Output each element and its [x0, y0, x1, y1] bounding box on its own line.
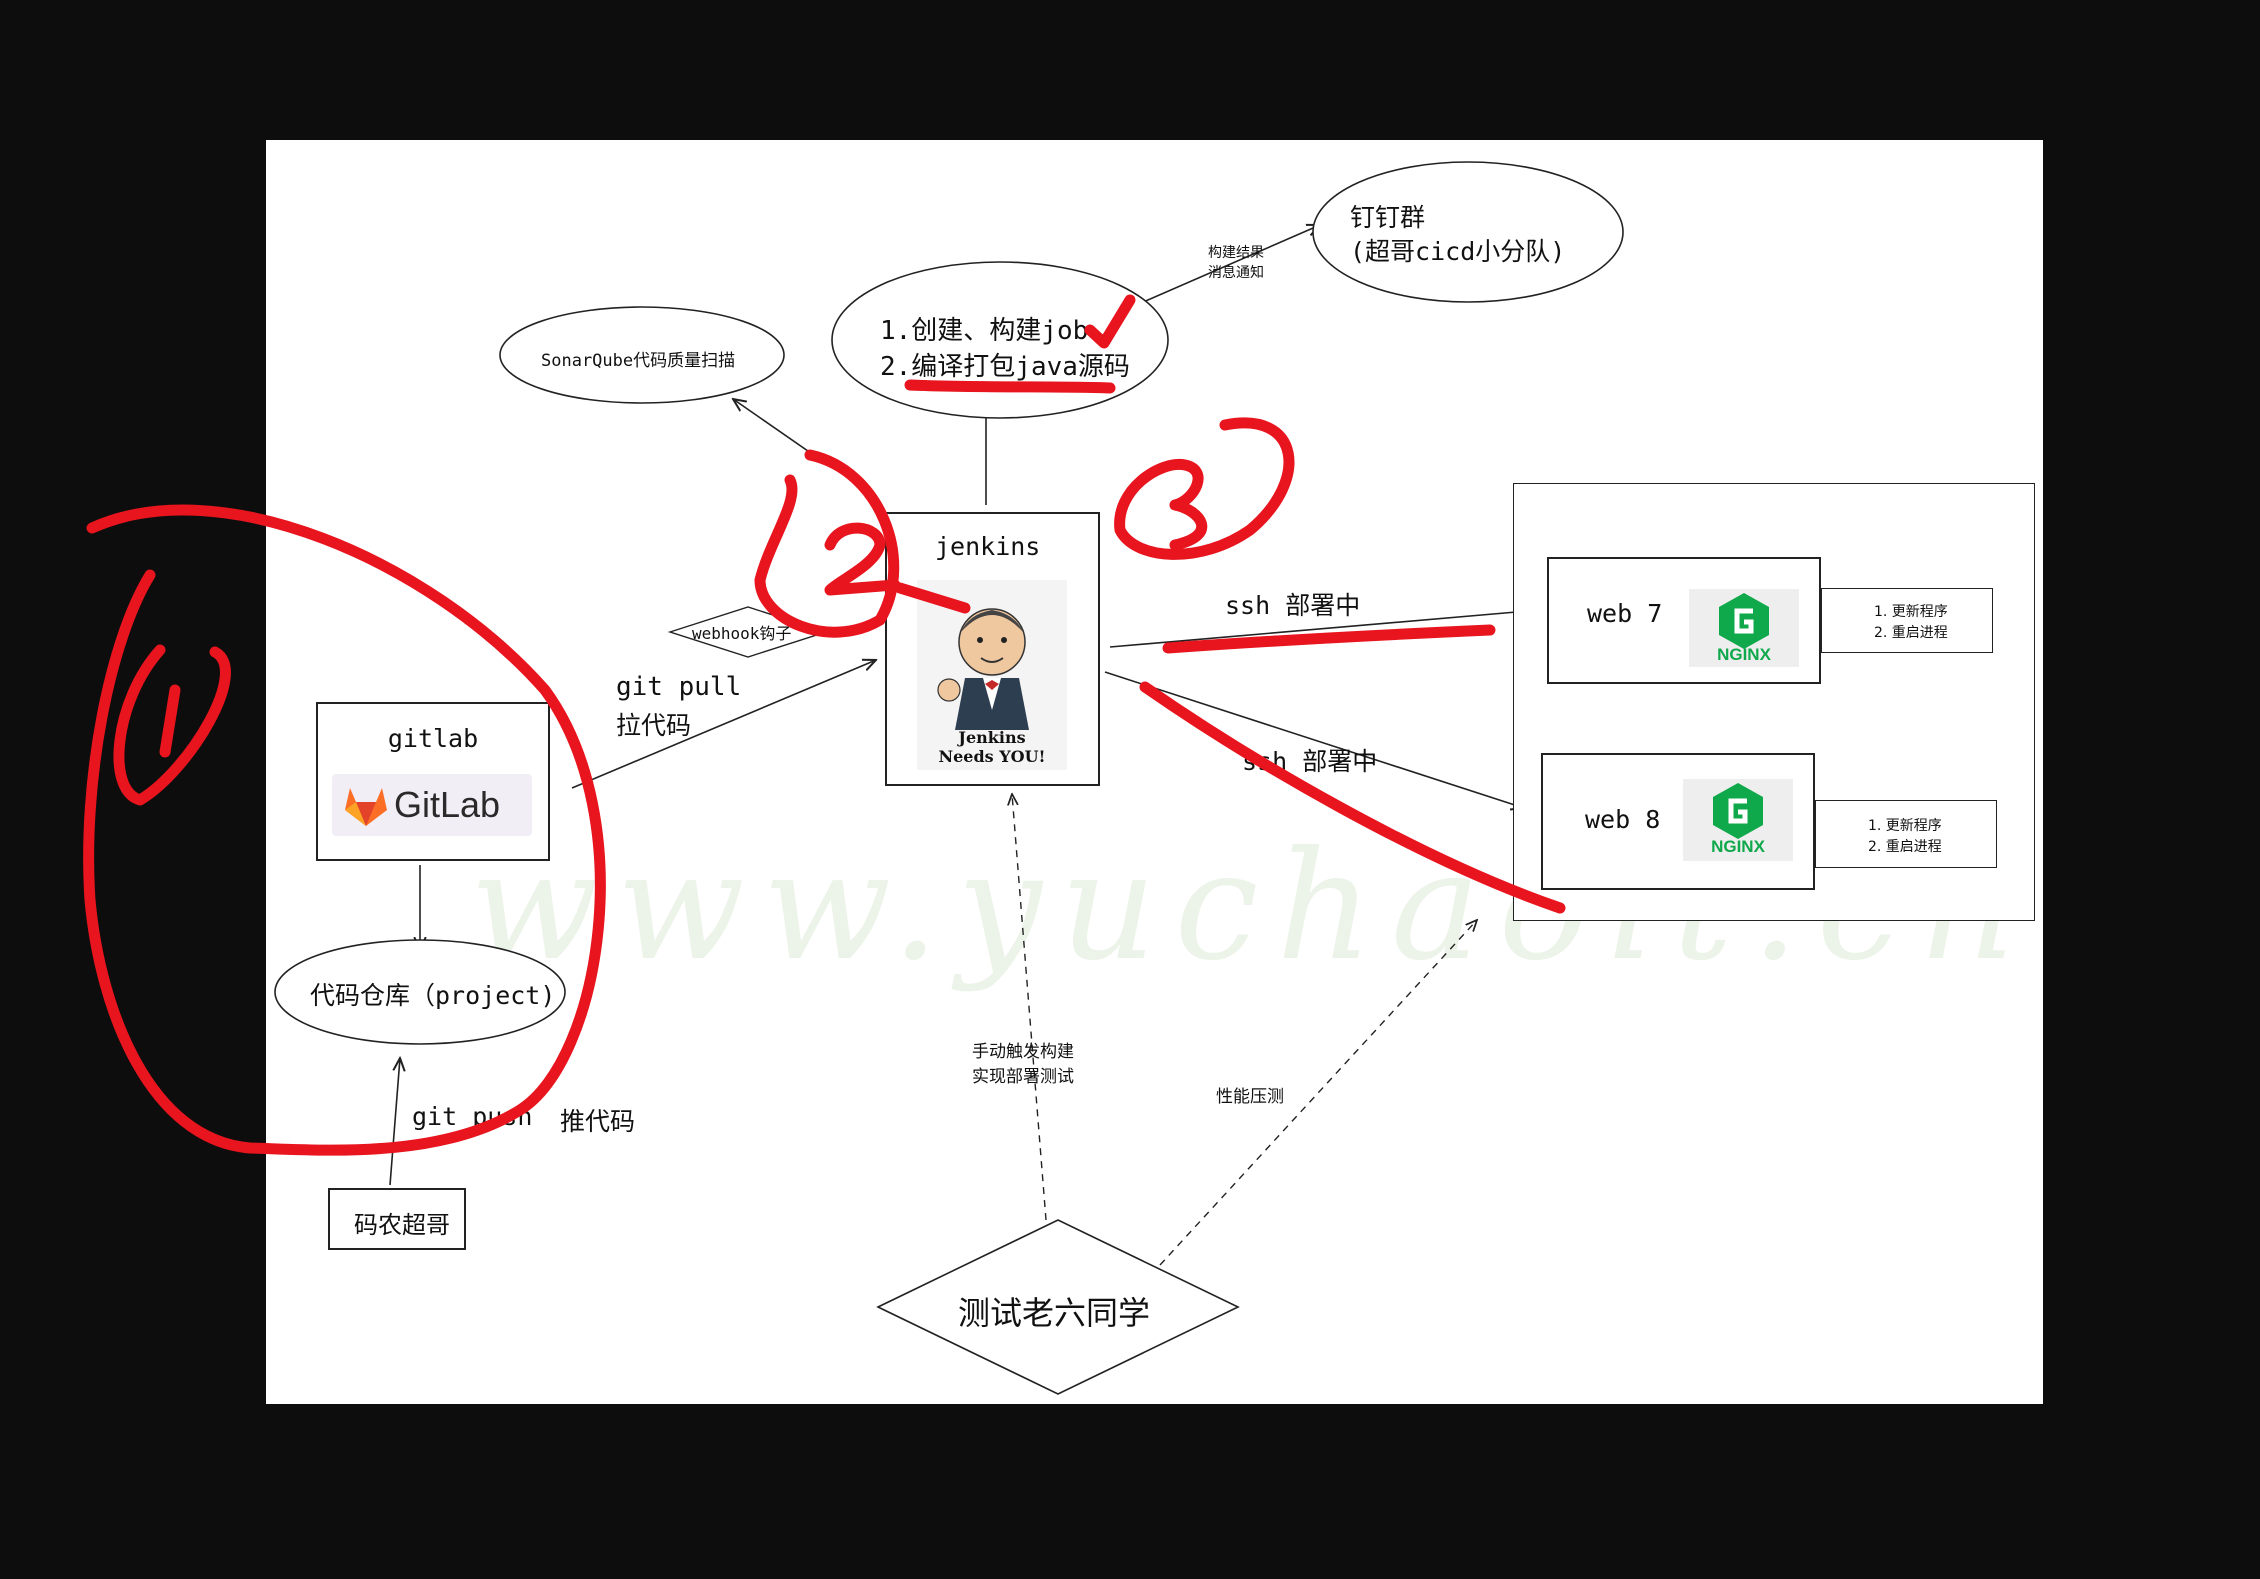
- git-push-cmd: git push: [412, 1102, 533, 1131]
- manual-trigger-label-2: 实现部署测试: [972, 1067, 1074, 1087]
- web7-node: web 7 NGINX: [1547, 557, 1821, 684]
- web8-tasks: 1. 更新程序 2. 重启进程: [1815, 800, 1997, 868]
- web8-node: web 8 NGINX: [1541, 753, 1815, 890]
- ssh-deploy-label-2: ssh 部署中: [1242, 747, 1378, 776]
- web7-task-1: 1. 更新程序: [1874, 604, 1948, 620]
- coder-label: 码农超哥: [354, 1211, 450, 1239]
- coder-node: 码农超哥: [328, 1188, 466, 1250]
- jenkins-caption-1: Jenkins: [958, 728, 1026, 747]
- edge-jenkins-web8: [1104, 671, 1524, 808]
- git-pull-label-2: 拉代码: [616, 711, 692, 740]
- web8-task-1: 1. 更新程序: [1868, 818, 1942, 834]
- git-pull-label-1: git pull: [616, 672, 742, 702]
- edge-jenkins-sonar: [733, 399, 819, 459]
- dingtalk-line-2: (超哥cicd小分队): [1350, 237, 1566, 266]
- jenkins-butler-icon: [937, 608, 1029, 730]
- edge-coder-repo: [389, 1058, 400, 1186]
- gitlab-logo-text: GitLab: [394, 784, 501, 825]
- sonar-label: SonarQube代码质量扫描: [541, 351, 736, 371]
- build-line-1: 1.创建、构建job: [880, 316, 1089, 346]
- webhook-label: webhook钩子: [692, 624, 792, 643]
- repo-label: 代码仓库（project): [310, 981, 556, 1010]
- jenkins-logo: Jenkins Needs YOU!: [917, 580, 1067, 770]
- dingtalk-line-1: 钉钉群: [1350, 203, 1426, 232]
- tester-label: 测试老六同学: [958, 1294, 1151, 1332]
- web7-nginx-logo: NGINX: [1689, 589, 1799, 667]
- manual-trigger-label-1: 手动触发构建: [972, 1042, 1074, 1062]
- build-line-2: 2.编译打包java源码: [880, 352, 1130, 382]
- web7-tasks: 1. 更新程序 2. 重启进程: [1821, 588, 1993, 653]
- jenkins-title: jenkins: [935, 532, 1041, 561]
- gitlab-title: gitlab: [387, 724, 479, 753]
- web7-task-2: 2. 重启进程: [1874, 625, 1948, 641]
- web8-nginx-text: NGINX: [1711, 837, 1765, 856]
- jenkins-caption-2: Needs YOU!: [938, 747, 1046, 766]
- web7-nginx-text: NGINX: [1717, 645, 1771, 664]
- perf-test-label: 性能压测: [1216, 1087, 1284, 1107]
- gitlab-logo: GitLab: [332, 774, 532, 836]
- ssh-deploy-label-1: ssh 部署中: [1225, 591, 1361, 620]
- notify-label-1: 构建结果: [1208, 245, 1264, 261]
- web7-label: web 7: [1587, 599, 1663, 628]
- notify-label-2: 消息通知: [1208, 265, 1264, 281]
- web8-task-2: 2. 重启进程: [1868, 839, 1942, 855]
- web8-label: web 8: [1585, 805, 1661, 834]
- git-push-desc: 推代码: [560, 1107, 636, 1136]
- gitlab-logo-icon: [345, 788, 387, 826]
- edge-tester-servers: [1159, 920, 1477, 1266]
- edge-tester-jenkins: [1012, 794, 1047, 1221]
- jenkins-node: jenkins Jenkins Needs YOU!: [885, 512, 1100, 786]
- web8-nginx-logo: NGINX: [1683, 779, 1793, 861]
- gitlab-node: gitlab GitLab: [316, 702, 550, 861]
